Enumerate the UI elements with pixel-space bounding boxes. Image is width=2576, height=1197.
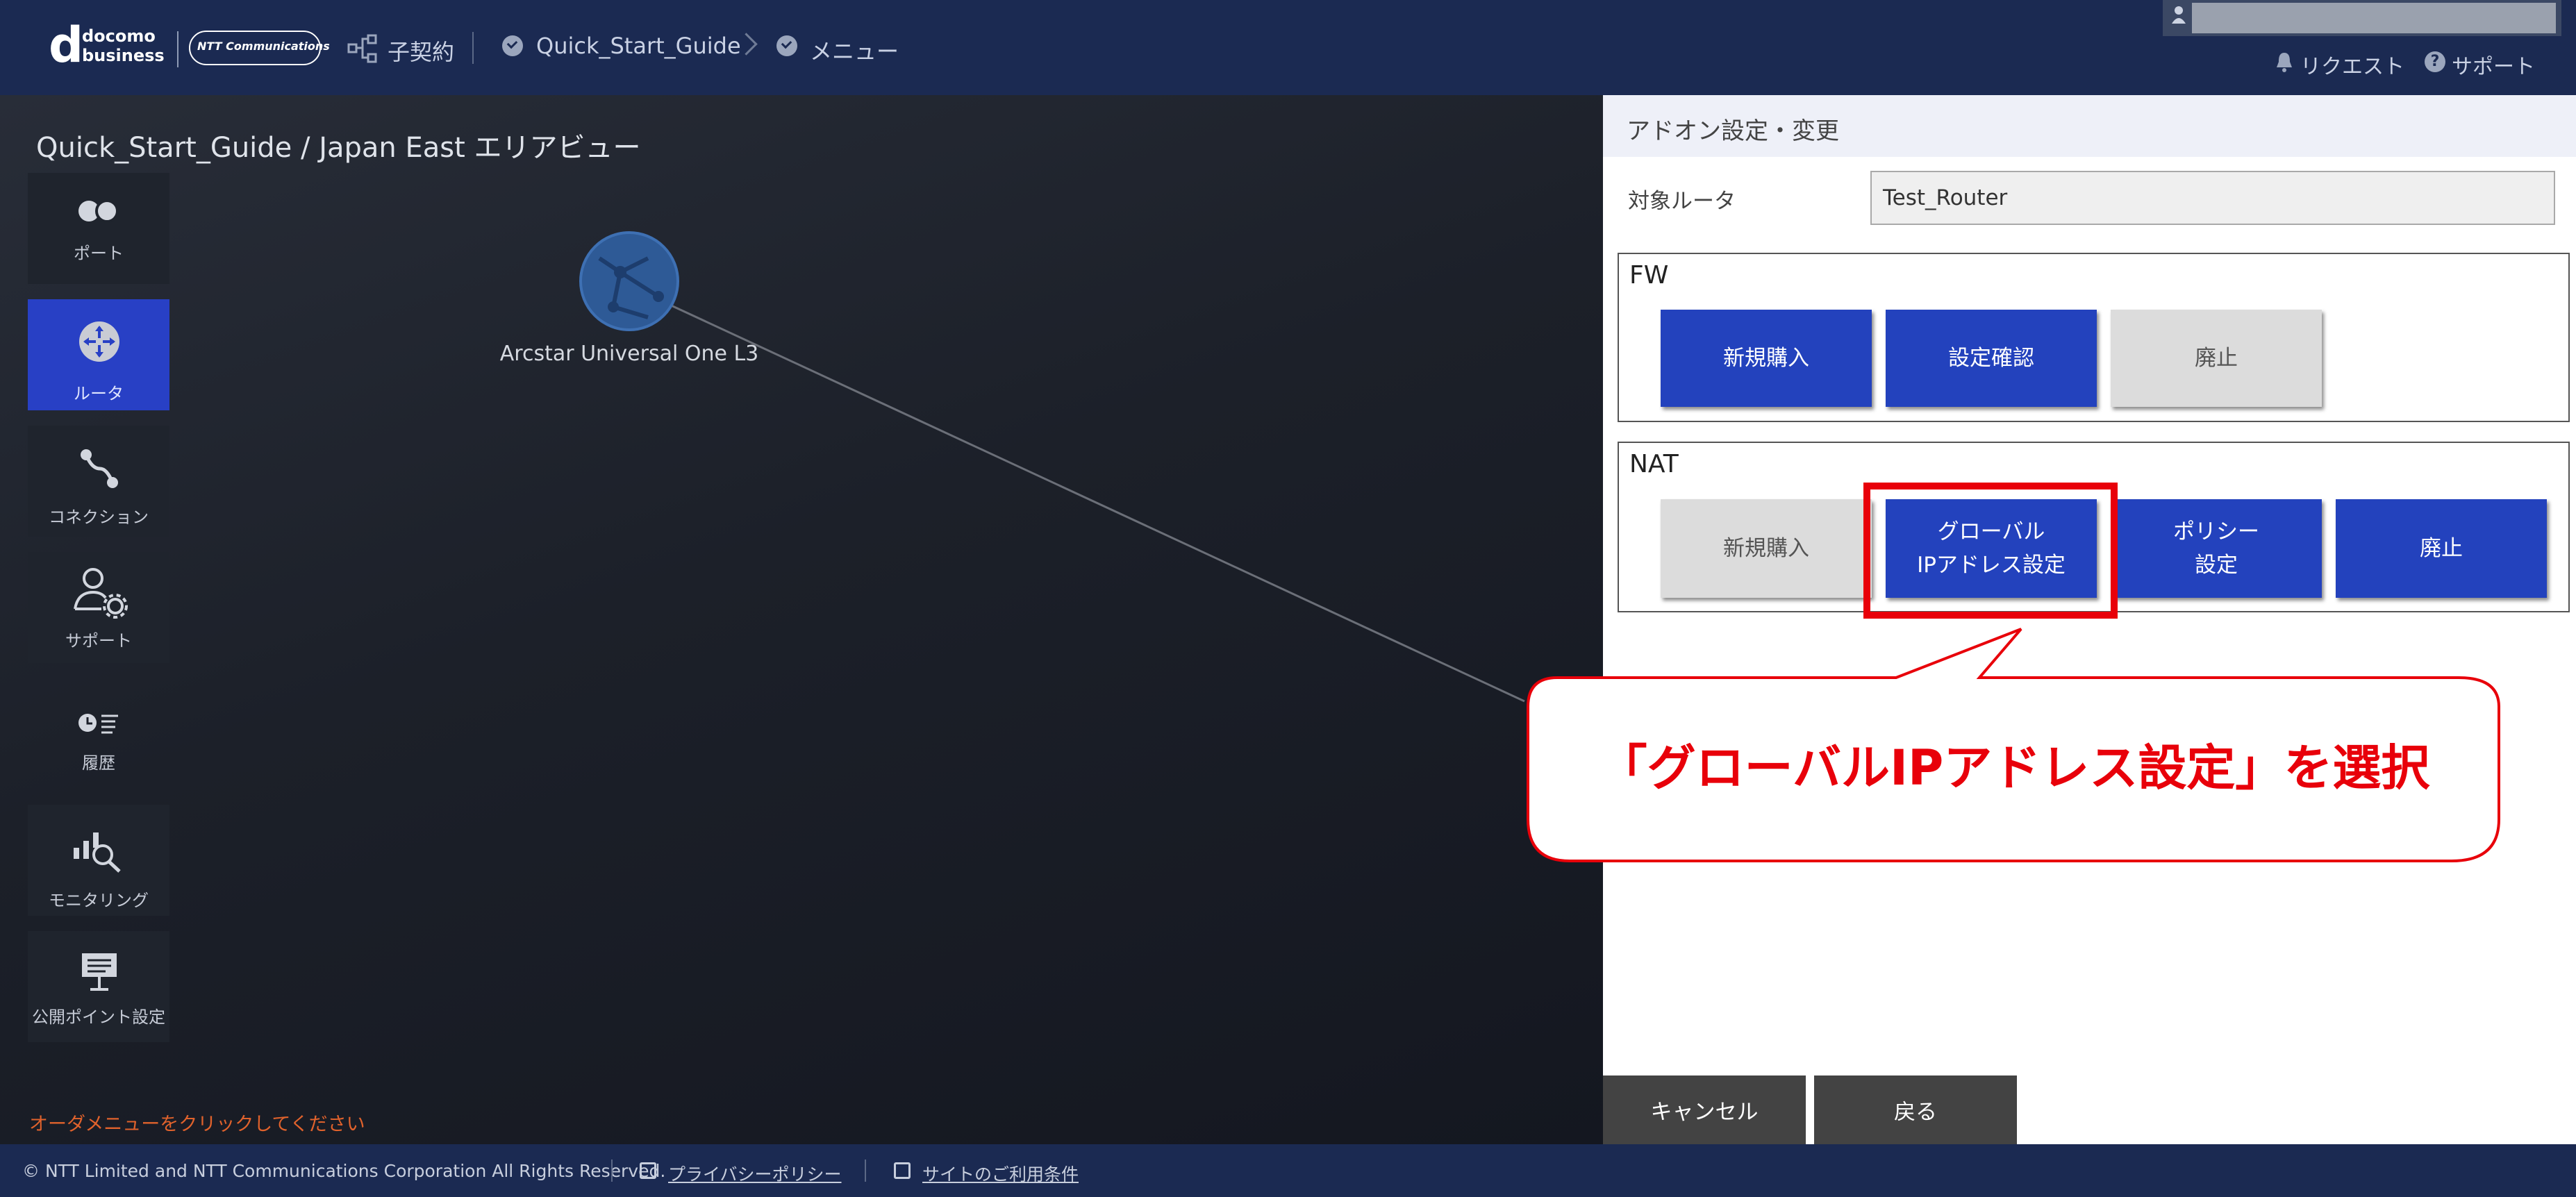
callout-text: 「グローバルIPアドレス設定」を選択 xyxy=(1598,739,2430,796)
footer-separator xyxy=(865,1160,866,1182)
fw-check-settings-button[interactable]: 設定確認 xyxy=(1886,310,2097,407)
order-menu-hint: オーダメニューをクリックしてください xyxy=(29,1114,365,1135)
check-circle-icon xyxy=(776,35,797,56)
nat-new-purchase-button[interactable]: 新規購入 xyxy=(1661,499,1872,598)
target-router-value: Test_Router xyxy=(1883,185,2008,210)
cancel-button[interactable]: キャンセル xyxy=(1603,1075,1806,1144)
fw-section: FW 新規購入 設定確認 廃止 xyxy=(1618,253,2570,422)
highlight-frame xyxy=(1863,483,2118,619)
external-link-icon xyxy=(894,1162,911,1179)
nat-policy-settings-button[interactable]: ポリシー 設定 xyxy=(2111,499,2322,598)
breadcrumb-menu[interactable]: メニュー xyxy=(810,34,899,66)
support-link[interactable]: サポート xyxy=(2452,49,2535,80)
target-router-field: Test_Router xyxy=(1870,171,2555,225)
sidebar-item-port[interactable]: ポート xyxy=(28,173,169,284)
user-account-box[interactable] xyxy=(2163,0,2561,36)
nat-title: NAT xyxy=(1629,450,1679,478)
support-user-gear-icon xyxy=(71,566,129,619)
footer-separator xyxy=(611,1160,613,1182)
breadcrumb-quick-start[interactable]: Quick_Start_Guide xyxy=(536,33,741,59)
bell-icon xyxy=(2275,51,2294,73)
top-header: d docomo business NTT Communications 子契約… xyxy=(0,0,2576,95)
page-footer: © NTT Limited and NTT Communications Cor… xyxy=(0,1144,2576,1197)
sidebar-item-monitoring[interactable]: モニタリング xyxy=(28,805,169,916)
network-node-label: Arcstar Universal One L3 xyxy=(499,342,759,366)
header-separator xyxy=(472,32,474,64)
sidebar-item-public-point[interactable]: 公開ポイント設定 xyxy=(28,931,169,1042)
logo-divider xyxy=(177,31,178,67)
public-point-icon xyxy=(81,952,118,992)
monitoring-icon xyxy=(71,831,124,874)
history-icon xyxy=(76,712,121,737)
network-globe-icon[interactable] xyxy=(579,231,680,332)
area-map[interactable]: Quick_Start_Guide / Japan East エリアビュー Ar… xyxy=(0,95,1603,1144)
terms-of-use-link[interactable]: サイトのご利用条件 xyxy=(922,1161,1079,1186)
panel-title-bar: アドオン設定・変更 xyxy=(1603,95,2576,157)
fw-title: FW xyxy=(1629,261,1669,290)
fw-new-purchase-button[interactable]: 新規購入 xyxy=(1661,310,1872,407)
sidebar-item-support[interactable]: サポート xyxy=(28,552,169,663)
help-icon: ? xyxy=(2425,51,2445,72)
user-name-field xyxy=(2192,3,2556,33)
target-router-label: 対象ルータ xyxy=(1628,189,1736,214)
hierarchy-icon xyxy=(347,33,382,64)
request-link[interactable]: リクエスト xyxy=(2300,49,2404,80)
back-button[interactable]: 戻る xyxy=(1814,1075,2017,1144)
copyright-text: © NTT Limited and NTT Communications Cor… xyxy=(22,1161,666,1181)
sidebar-item-router[interactable]: ルータ xyxy=(28,299,169,410)
contract-link[interactable]: 子契約 xyxy=(388,35,454,67)
connection-line xyxy=(666,302,1525,703)
sidebar-item-connection[interactable]: コネクション xyxy=(28,426,169,537)
router-icon xyxy=(78,320,121,363)
panel-title: アドオン設定・変更 xyxy=(1627,117,1839,145)
fw-abolish-button[interactable]: 廃止 xyxy=(2111,310,2322,407)
privacy-policy-link[interactable]: プライバシーポリシー xyxy=(668,1161,842,1186)
external-link-icon xyxy=(640,1162,656,1179)
ntt-communications-logo: NTT Communications xyxy=(189,31,330,65)
connection-icon xyxy=(78,448,119,489)
port-icon xyxy=(76,199,121,223)
sidebar-item-history[interactable]: 履歴 xyxy=(28,678,169,789)
user-icon xyxy=(2171,4,2186,26)
check-circle-icon xyxy=(502,35,523,56)
nat-abolish-button[interactable]: 廃止 xyxy=(2336,499,2547,598)
